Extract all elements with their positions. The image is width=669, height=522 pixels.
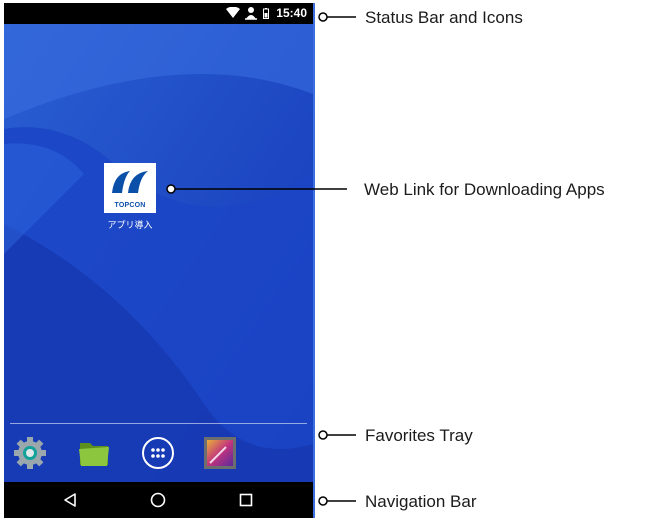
callout-favorites-tray-label: Favorites Tray [365, 426, 473, 445]
callout-navigation-bar-pointer [318, 496, 356, 506]
callout-status-bar-pointer [318, 12, 356, 22]
callout-lines [166, 12, 356, 506]
callout-status-bar-label: Status Bar and Icons [365, 8, 523, 27]
callout-navigation-bar-label: Navigation Bar [365, 492, 477, 511]
callout-favorites-tray-pointer [318, 430, 356, 440]
callout-web-link-label: Web Link for Downloading Apps [364, 180, 605, 199]
callout-web-link-pointer [166, 184, 347, 194]
